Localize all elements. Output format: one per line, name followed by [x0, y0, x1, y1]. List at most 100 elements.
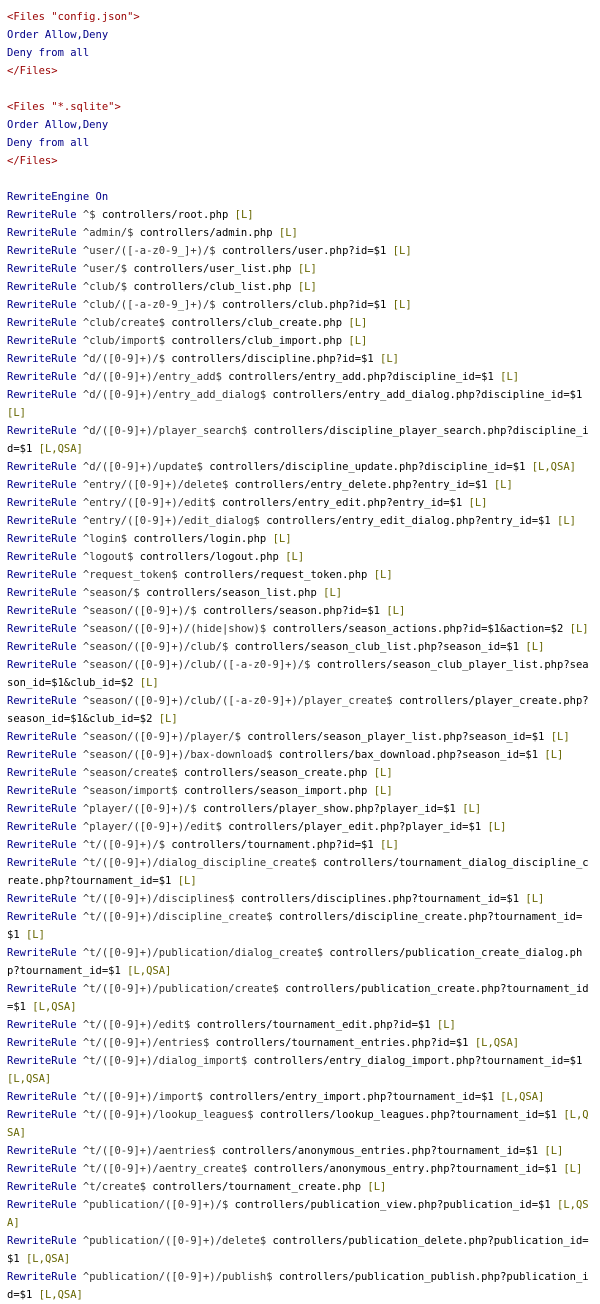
rewrite-rule-keyword: RewriteRule: [7, 605, 77, 617]
rewrite-pattern: ^t/([0-9]+)/dialog_discipline_create$: [82, 857, 317, 869]
rewrite-flags: [L]: [557, 515, 576, 527]
rewrite-rule-keyword: RewriteRule: [7, 389, 77, 401]
rewrite-rule-keyword: RewriteRule: [7, 1181, 77, 1193]
rewrite-rule-keyword: RewriteRule: [7, 263, 77, 275]
rewrite-rule-line: RewriteRule ^d/([0-9]+)/$ controllers/di…: [7, 350, 594, 368]
rewrite-rule-line: RewriteRule ^t/([0-9]+)/dialog_disciplin…: [7, 854, 594, 890]
rewrite-rule-keyword: RewriteRule: [7, 227, 77, 239]
rewrite-rule-line: RewriteRule ^player/([0-9]+)/edit$ contr…: [7, 818, 594, 836]
rewrite-rule-line: RewriteRule ^season/([0-9]+)/$ controlle…: [7, 602, 594, 620]
directive-text: Order Allow,Deny: [7, 119, 109, 131]
rewrite-rule-line: RewriteRule ^t/([0-9]+)/aentry_create$ c…: [7, 1160, 594, 1178]
files-tag: </Files>: [7, 155, 58, 167]
rewrite-pattern: ^t/([0-9]+)/aentries$: [82, 1145, 216, 1157]
rewrite-flags: [L]: [177, 875, 197, 887]
rewrite-pattern: ^d/([0-9]+)/$: [82, 353, 166, 365]
rewrite-rule-keyword: RewriteRule: [7, 785, 77, 797]
rewrite-pattern: ^t/([0-9]+)/dialog_import$: [82, 1055, 248, 1067]
rewrite-rule-line: RewriteRule ^t/([0-9]+)/import$ controll…: [7, 1088, 594, 1106]
rewrite-target: controllers/disciplines.php?tournament_i…: [240, 893, 520, 905]
rewrite-pattern: ^t/([0-9]+)/$: [82, 839, 166, 851]
rewrite-rule-line: RewriteRule ^publication/([0-9]+)/delete…: [7, 1232, 594, 1268]
rewrite-rule-line: RewriteRule ^logout$ controllers/logout.…: [7, 548, 594, 566]
rewrite-rule-keyword: RewriteRule: [7, 1055, 77, 1067]
rewrite-flags: [L]: [297, 263, 317, 275]
rewrite-rule-line: RewriteRule ^publication/([0-9]+)/$ cont…: [7, 1196, 594, 1232]
rewrite-flags: [L]: [563, 1163, 583, 1175]
files-tag-line: <Files "config.json">: [7, 8, 594, 26]
rewrite-rule-keyword: RewriteRule: [7, 569, 77, 581]
rewrite-rule-keyword: RewriteRule: [7, 947, 77, 959]
rewrite-rule-keyword: RewriteRule: [7, 659, 77, 671]
rewrite-pattern: ^d/([0-9]+)/player_search$: [82, 425, 248, 437]
rewrite-rule-line: RewriteRule ^d/([0-9]+)/update$ controll…: [7, 458, 594, 476]
rewrite-flags: [L]: [386, 605, 406, 617]
rewrite-pattern: ^$: [82, 209, 96, 221]
rewrite-pattern: ^d/([0-9]+)/entry_add_dialog$: [82, 389, 267, 401]
directive-text: Deny from all: [7, 47, 90, 59]
rewrite-rule-keyword: RewriteRule: [7, 857, 77, 869]
rewrite-pattern: ^club/import$: [82, 335, 166, 347]
rewrite-flags: [L]: [550, 731, 570, 743]
rewrite-rule-line: RewriteRule ^t/([0-9]+)/edit$ controller…: [7, 1016, 594, 1034]
rewrite-target: controllers/tournament_entries.php?id=$1: [215, 1037, 469, 1049]
rewrite-pattern: ^season/([0-9]+)/player/$: [82, 731, 241, 743]
rewrite-rule-keyword: RewriteRule: [7, 839, 77, 851]
rewrite-pattern: ^t/([0-9]+)/import$: [82, 1091, 203, 1103]
rewrite-rule-line: RewriteRule ^club/([-a-z0-9_]+)/$ contro…: [7, 296, 594, 314]
rewrite-target: controllers/publication_view.php?publica…: [234, 1199, 551, 1211]
rewrite-pattern: ^t/([0-9]+)/publication/create$: [82, 983, 279, 995]
rewrite-rule-keyword: RewriteRule: [7, 1145, 77, 1157]
rewrite-target: controllers/club_create.php: [171, 317, 343, 329]
rewrite-pattern: ^club/create$: [82, 317, 166, 329]
rewrite-rule-line: RewriteRule ^admin/$ controllers/admin.p…: [7, 224, 594, 242]
rewrite-flags: [L,QSA]: [32, 1001, 77, 1013]
rewrite-rule-keyword: RewriteRule: [7, 1271, 77, 1283]
rewrite-pattern: ^t/([0-9]+)/entries$: [82, 1037, 210, 1049]
rewrite-target: controllers/admin.php: [139, 227, 273, 239]
rewrite-flags: [L]: [392, 245, 412, 257]
rewrite-rule-keyword: RewriteRule: [7, 1199, 77, 1211]
rewrite-flags: [L]: [487, 821, 507, 833]
rewrite-pattern: ^login$: [82, 533, 128, 545]
rewrite-target: controllers/season_import.php: [184, 785, 368, 797]
rewrite-flags: [L]: [7, 407, 26, 419]
rewrite-rule-line: RewriteRule ^season/([0-9]+)/club/([-a-z…: [7, 692, 594, 728]
rewrite-flags: [L]: [139, 677, 159, 689]
rewrite-flags: [L]: [373, 767, 393, 779]
rewrite-rule-keyword: RewriteRule: [7, 1163, 77, 1175]
rewrite-rule-keyword: RewriteRule: [7, 209, 77, 221]
rewrite-pattern: ^entry/([0-9]+)/edit$: [82, 497, 216, 509]
files-tag-line: </Files>: [7, 152, 594, 170]
rewrite-flags: [L]: [493, 479, 513, 491]
rewrite-rule-line: RewriteRule ^d/([0-9]+)/entry_add_dialog…: [7, 386, 594, 422]
rewrite-target: controllers/tournament_create.php: [152, 1181, 362, 1193]
rewrite-flags: [L]: [373, 785, 393, 797]
rewrite-rule-keyword: RewriteRule: [7, 551, 77, 563]
rewrite-flags: [L]: [569, 623, 589, 635]
rewrite-rule-line: RewriteRule ^club/import$ controllers/cl…: [7, 332, 594, 350]
rewrite-target: controllers/entry_dialog_import.php?tour…: [253, 1055, 583, 1067]
rewrite-pattern: ^d/([0-9]+)/update$: [82, 461, 203, 473]
rewrite-target: controllers/user_list.php: [133, 263, 292, 275]
rewrite-flags: [L]: [234, 209, 254, 221]
rewrite-rule-keyword: RewriteRule: [7, 893, 77, 905]
files-tag-line: </Files>: [7, 62, 594, 80]
rewrite-rule-keyword: RewriteRule: [7, 425, 77, 437]
files-tag: <Files "config.json">: [7, 11, 140, 23]
rewrite-pattern: ^publication/([0-9]+)/delete$: [82, 1235, 267, 1247]
rewrite-flags: [L,QSA]: [38, 1289, 83, 1301]
rewrite-flags: [L]: [25, 929, 45, 941]
rewrite-target: controllers/entry_add.php?discipline_id=…: [228, 371, 494, 383]
rewrite-rule-line: RewriteRule ^entry/([0-9]+)/edit$ contro…: [7, 494, 594, 512]
rewrite-target: controllers/season_actions.php?id=$1&act…: [272, 623, 564, 635]
rewrite-rule-keyword: RewriteRule: [7, 281, 77, 293]
rewrite-rule-keyword: RewriteRule: [7, 1037, 77, 1049]
rewrite-pattern: ^season/create$: [82, 767, 178, 779]
rewrite-flags: [L]: [392, 299, 412, 311]
rewrite-pattern: ^player/([0-9]+)/$: [82, 803, 197, 815]
rewrite-flags: [L,QSA]: [38, 443, 83, 455]
rewrite-pattern: ^entry/([0-9]+)/edit_dialog$: [82, 515, 260, 527]
rewrite-rule-keyword: RewriteRule: [7, 335, 77, 347]
rewrite-flags: [L,QSA]: [531, 461, 576, 473]
